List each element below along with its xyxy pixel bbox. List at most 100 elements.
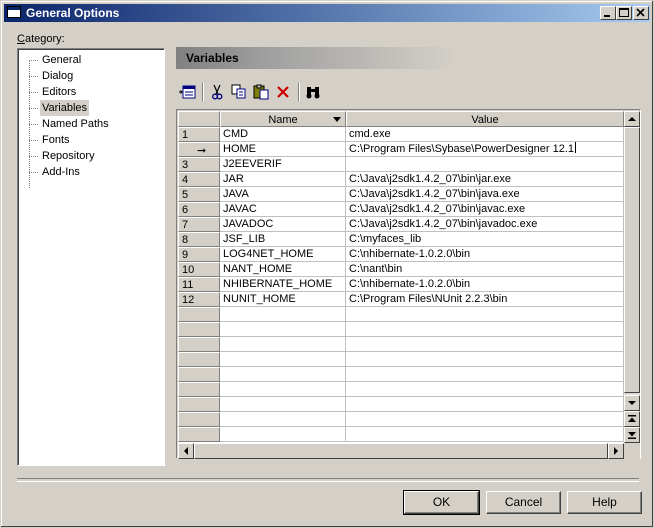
row-header[interactable]: 10 bbox=[178, 262, 220, 277]
name-cell[interactable] bbox=[220, 322, 346, 337]
name-cell[interactable] bbox=[220, 397, 346, 412]
table-row[interactable]: 8 JSF_LIB C:\myfaces_lib bbox=[178, 232, 624, 247]
row-number-header[interactable] bbox=[178, 111, 220, 127]
row-header[interactable]: 6 bbox=[178, 202, 220, 217]
name-cell[interactable]: HOME bbox=[220, 142, 346, 157]
table-row[interactable] bbox=[178, 352, 624, 367]
name-cell[interactable]: JAVA bbox=[220, 187, 346, 202]
value-cell[interactable] bbox=[346, 352, 624, 367]
name-cell[interactable]: NHIBERNATE_HOME bbox=[220, 277, 346, 292]
value-cell[interactable] bbox=[346, 157, 624, 172]
paste-button[interactable] bbox=[252, 83, 270, 101]
value-cell[interactable]: C:\Java\j2sdk1.4.2_07\bin\jar.exe bbox=[346, 172, 624, 187]
scroll-up-button[interactable] bbox=[624, 111, 640, 127]
row-header[interactable] bbox=[178, 337, 220, 352]
value-column-header[interactable]: Value bbox=[346, 111, 624, 127]
table-row[interactable]: 3 J2EEVERIF bbox=[178, 157, 624, 172]
help-button[interactable]: Help bbox=[567, 491, 642, 514]
value-cell[interactable] bbox=[346, 337, 624, 352]
table-row[interactable]: 7 JAVADOC C:\Java\j2sdk1.4.2_07\bin\javado… bbox=[178, 217, 624, 232]
properties-button[interactable] bbox=[178, 83, 196, 101]
row-header[interactable] bbox=[178, 427, 220, 442]
name-cell[interactable] bbox=[220, 337, 346, 352]
row-header[interactable] bbox=[178, 322, 220, 337]
ok-button[interactable]: OK bbox=[403, 490, 480, 515]
value-cell[interactable] bbox=[346, 382, 624, 397]
sort-down-icon[interactable] bbox=[333, 117, 341, 122]
value-cell[interactable]: C:\Program Files\NUnit 2.2.3\bin bbox=[346, 292, 624, 307]
value-cell[interactable] bbox=[346, 322, 624, 337]
table-row[interactable] bbox=[178, 397, 624, 412]
table-row[interactable] bbox=[178, 382, 624, 397]
horizontal-scrollbar[interactable] bbox=[178, 443, 624, 459]
value-cell[interactable]: cmd.exe bbox=[346, 127, 624, 142]
minimize-button[interactable] bbox=[600, 6, 616, 20]
row-header[interactable] bbox=[178, 412, 220, 427]
name-cell[interactable] bbox=[220, 427, 346, 442]
name-cell[interactable] bbox=[220, 412, 346, 427]
row-header[interactable]: 5 bbox=[178, 187, 220, 202]
name-cell[interactable]: J2EEVERIF bbox=[220, 157, 346, 172]
name-cell[interactable]: CMD bbox=[220, 127, 346, 142]
table-row[interactable]: 4 JAR C:\Java\j2sdk1.4.2_07\bin\jar.exe bbox=[178, 172, 624, 187]
row-header[interactable]: 7 bbox=[178, 217, 220, 232]
value-cell[interactable]: C:\Java\j2sdk1.4.2_07\bin\javadoc.exe bbox=[346, 217, 624, 232]
table-row[interactable]: ➞ HOME C:\Program Files\Sybase\PowerDesign… bbox=[178, 142, 624, 157]
close-button[interactable] bbox=[633, 6, 649, 20]
row-header[interactable]: 4 bbox=[178, 172, 220, 187]
row-header[interactable]: 12 bbox=[178, 292, 220, 307]
vertical-scroll-thumb[interactable] bbox=[624, 127, 640, 393]
value-cell[interactable] bbox=[346, 307, 624, 322]
value-cell[interactable] bbox=[346, 412, 624, 427]
value-cell[interactable] bbox=[346, 427, 624, 442]
horizontal-scroll-thumb[interactable] bbox=[194, 443, 608, 459]
scroll-first-button[interactable] bbox=[624, 411, 640, 427]
table-row[interactable] bbox=[178, 307, 624, 322]
cut-button[interactable] bbox=[208, 83, 226, 101]
name-cell[interactable]: LOG4NET_HOME bbox=[220, 247, 346, 262]
category-tree[interactable]: General Dialog Editors Variables Named P… bbox=[17, 48, 165, 466]
table-row[interactable]: 5 JAVA C:\Java\j2sdk1.4.2_07\bin\java.exe bbox=[178, 187, 624, 202]
name-cell[interactable]: JAVAC bbox=[220, 202, 346, 217]
cancel-button[interactable]: Cancel bbox=[486, 491, 561, 514]
value-cell[interactable]: C:\nhibernate-1.0.2.0\bin bbox=[346, 247, 624, 262]
value-cell[interactable]: C:\nant\bin bbox=[346, 262, 624, 277]
scroll-right-button[interactable] bbox=[608, 443, 624, 459]
table-row[interactable]: 9 LOG4NET_HOME C:\nhibernate-1.0.2.0\bin bbox=[178, 247, 624, 262]
table-row[interactable]: 11 NHIBERNATE_HOME C:\nhibernate-1.0.2.0\b… bbox=[178, 277, 624, 292]
delete-button[interactable] bbox=[274, 83, 292, 101]
row-header[interactable]: 3 bbox=[178, 157, 220, 172]
find-button[interactable] bbox=[304, 83, 322, 101]
value-cell[interactable]: C:\Java\j2sdk1.4.2_07\bin\java.exe bbox=[346, 187, 624, 202]
row-header[interactable] bbox=[178, 307, 220, 322]
table-row[interactable]: 10 NANT_HOME C:\nant\bin bbox=[178, 262, 624, 277]
value-cell[interactable] bbox=[346, 367, 624, 382]
table-row[interactable]: 1 CMD cmd.exe bbox=[178, 127, 624, 142]
table-row[interactable] bbox=[178, 367, 624, 382]
name-cell[interactable] bbox=[220, 367, 346, 382]
name-cell[interactable]: NUNIT_HOME bbox=[220, 292, 346, 307]
name-cell[interactable]: NANT_HOME bbox=[220, 262, 346, 277]
row-header[interactable]: ➞ bbox=[178, 142, 220, 157]
row-header[interactable] bbox=[178, 352, 220, 367]
value-cell[interactable]: C:\Java\j2sdk1.4.2_07\bin\javac.exe bbox=[346, 202, 624, 217]
name-cell[interactable]: JAVADOC bbox=[220, 217, 346, 232]
name-column-header[interactable]: Name bbox=[220, 111, 346, 127]
value-cell-editing[interactable]: C:\Program Files\Sybase\PowerDesigner 12… bbox=[346, 142, 624, 157]
row-header[interactable]: 9 bbox=[178, 247, 220, 262]
copy-button[interactable] bbox=[230, 83, 248, 101]
table-row[interactable] bbox=[178, 322, 624, 337]
maximize-button[interactable] bbox=[616, 6, 632, 20]
name-cell[interactable] bbox=[220, 352, 346, 367]
scroll-left-button[interactable] bbox=[178, 443, 194, 459]
row-header[interactable] bbox=[178, 367, 220, 382]
scroll-down-button[interactable] bbox=[624, 395, 640, 411]
row-header[interactable] bbox=[178, 382, 220, 397]
table-row[interactable] bbox=[178, 427, 624, 442]
name-cell[interactable]: JSF_LIB bbox=[220, 232, 346, 247]
name-cell[interactable]: JAR bbox=[220, 172, 346, 187]
value-cell[interactable]: C:\myfaces_lib bbox=[346, 232, 624, 247]
value-cell[interactable]: C:\nhibernate-1.0.2.0\bin bbox=[346, 277, 624, 292]
scroll-last-button[interactable] bbox=[624, 427, 640, 443]
table-row[interactable]: 6 JAVAC C:\Java\j2sdk1.4.2_07\bin\javac.ex… bbox=[178, 202, 624, 217]
